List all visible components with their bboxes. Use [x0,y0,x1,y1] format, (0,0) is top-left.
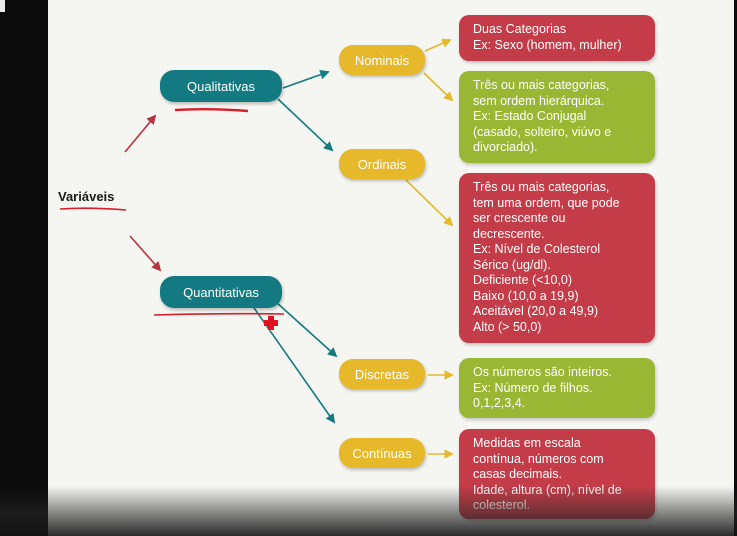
arrow-ordinais-desc [405,179,454,227]
arrow-qualitativas-ordinais [277,98,334,152]
arrow-quantitativas-discretas [275,301,338,358]
underline-quantitativas [153,312,285,316]
node-quantitativas: Quantitativas [160,276,282,308]
desc-nominais-tres: Três ou mais categorias, sem ordem hierá… [459,71,655,163]
underline-variaveis [59,207,127,211]
annotation-cursor-icon [264,316,278,330]
arrow-nominais-tres [423,72,454,102]
node-discretas: Discretas [339,359,425,389]
node-nominais: Nominais [339,45,425,75]
desc-discretas: Os números são inteiros. Ex: Número de f… [459,358,655,418]
video-bottom-shadow [0,486,737,536]
node-qualitativas: Qualitativas [160,70,282,102]
desc-nominais-duas: Duas Categorias Ex: Sexo (homem, mulher) [459,15,655,61]
arrow-nominais-duas [424,38,452,52]
arrow-qualitativas-nominais [282,70,330,89]
node-ordinais: Ordinais [339,149,425,179]
arrow-root-qualitativas [124,114,157,153]
video-frame: Variáveis Qualitativas Quantitativas Nom… [0,0,737,536]
desc-ordinais: Três ou mais categorias, tem uma ordem, … [459,173,655,343]
underline-qualitativas [174,108,249,113]
node-continuas: Contínuas [339,438,425,468]
root-label: Variáveis [58,189,115,204]
arrow-root-quantitativas [129,235,162,272]
